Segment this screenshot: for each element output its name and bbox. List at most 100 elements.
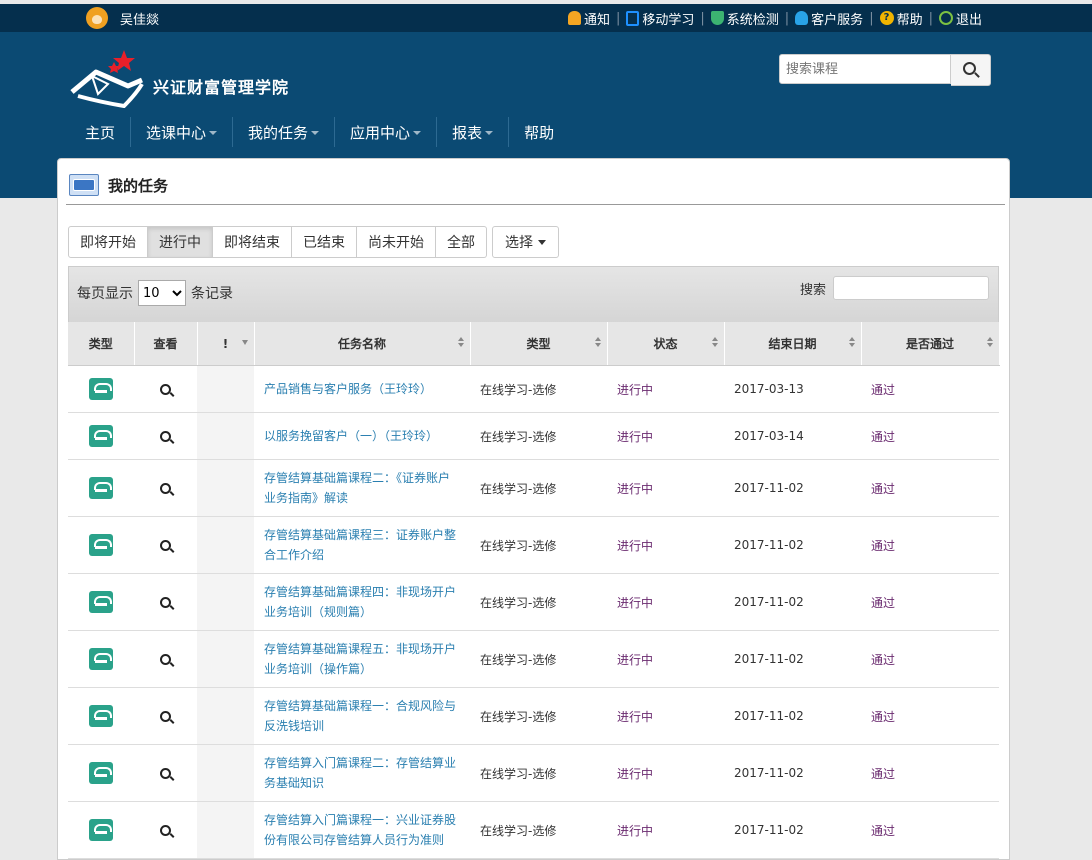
pass-status-link[interactable]: 通过 — [871, 482, 895, 496]
task-type: 在线学习-选修 — [470, 744, 607, 802]
table-row: 存管结算入门篇课程二：存管结算业务基础知识 在线学习-选修 进行中 2017-1… — [68, 744, 999, 802]
tab-not-started[interactable]: 尚未开始 — [357, 226, 436, 258]
task-name-link[interactable]: 存管结算入门篇课程一：兴业证券股份有限公司存管结算人员行为准则 — [264, 810, 460, 850]
pass-status-link[interactable]: 通过 — [871, 653, 895, 667]
task-end-date: 2017-11-02 — [724, 687, 861, 745]
task-name-link[interactable]: 存管结算入门篇课程二：存管结算业务基础知识 — [264, 753, 460, 793]
table-header-row: 类型 查看 ! 任务名称 类型 状态 结束日期 是否通过 — [68, 322, 1000, 366]
task-end-date: 2017-03-13 — [724, 365, 861, 413]
panel-title: 我的任务 — [69, 174, 168, 196]
table-search-input[interactable] — [833, 276, 989, 300]
task-name-link[interactable]: 存管结算基础篇课程二：《证券账户业务指南》解读 — [264, 468, 460, 508]
task-type: 在线学习-选修 — [470, 687, 607, 745]
table-row: 以服务挽留客户（一）（王玲玲） 在线学习-选修 进行中 2017-03-14 通… — [68, 412, 999, 460]
logo-icon[interactable] — [68, 46, 148, 108]
user-info[interactable]: 吴佳燚 — [86, 4, 159, 32]
view-icon[interactable] — [160, 654, 171, 665]
notify-link[interactable]: 通知 — [567, 9, 610, 28]
course-search-input[interactable] — [779, 54, 951, 84]
view-icon[interactable] — [160, 825, 171, 836]
chevron-down-icon — [485, 131, 494, 135]
select-dropdown-button[interactable]: 选择 — [492, 226, 559, 258]
page-title: 我的任务 — [108, 176, 169, 195]
pass-status-link[interactable]: 通过 — [871, 383, 895, 397]
nav-my-tasks[interactable]: 我的任务 — [232, 117, 334, 147]
title-divider — [66, 204, 1005, 205]
column-header-task-name[interactable]: 任务名称 — [254, 322, 471, 366]
table-row: 存管结算基础篇课程三：证券账户整合工作介绍 在线学习-选修 进行中 2017-1… — [68, 516, 999, 574]
per-page-select[interactable]: 10 — [138, 280, 186, 306]
nav-course-center[interactable]: 选课中心 — [130, 117, 232, 147]
table-row: 存管结算基础篇课程四：非现场开户业务培训（规则篇） 在线学习-选修 进行中 20… — [68, 573, 999, 631]
task-type: 在线学习-选修 — [470, 365, 607, 413]
avatar-icon — [86, 7, 108, 29]
pass-status-link[interactable]: 通过 — [871, 430, 895, 444]
logout-link[interactable]: 退出 — [938, 9, 982, 28]
tab-ending-soon[interactable]: 即将结束 — [213, 226, 292, 258]
task-table-body: 产品销售与客户服务（王玲玲） 在线学习-选修 进行中 2017-03-13 通过… — [68, 365, 999, 859]
nav-app-center[interactable]: 应用中心 — [334, 117, 436, 147]
column-header-type-icon: 类型 — [68, 322, 135, 366]
task-name-link[interactable]: 产品销售与客户服务（王玲玲） — [264, 379, 460, 399]
course-type-icon — [89, 477, 113, 499]
nav-home[interactable]: 主页 — [70, 117, 130, 147]
course-search-button[interactable] — [951, 54, 991, 86]
task-table: 类型 查看 ! 任务名称 类型 状态 结束日期 是否通过 产品销售与客户服务（王… — [68, 322, 1000, 859]
view-icon[interactable] — [160, 540, 171, 551]
view-icon[interactable] — [160, 483, 171, 494]
table-row: 存管结算基础篇课程五：非现场开户业务培训（操作篇） 在线学习-选修 进行中 20… — [68, 630, 999, 688]
top-bar: 吴佳燚 通知 | 移动学习 | 系统检测 | 客户服务 | ? 帮助 | 退出 — [0, 4, 1092, 32]
table-row: 存管结算基础篇课程一：合规风险与反洗钱培训 在线学习-选修 进行中 2017-1… — [68, 687, 999, 745]
per-page-control: 每页显示 10 条记录 — [77, 280, 233, 306]
tab-ended[interactable]: 已结束 — [292, 226, 357, 258]
view-icon[interactable] — [160, 384, 171, 395]
task-name-link[interactable]: 存管结算基础篇课程三：证券账户整合工作介绍 — [264, 525, 460, 565]
mobile-learning-link[interactable]: 移动学习 — [626, 9, 694, 28]
column-header-type[interactable]: 类型 — [470, 322, 608, 366]
help-icon: ? — [879, 11, 894, 25]
pass-status-link[interactable]: 通过 — [871, 710, 895, 724]
view-icon[interactable] — [160, 597, 171, 608]
tab-all[interactable]: 全部 — [436, 226, 487, 258]
task-status: 进行中 — [607, 516, 724, 574]
view-icon[interactable] — [160, 768, 171, 779]
nav-reports[interactable]: 报表 — [436, 117, 508, 147]
help-link[interactable]: ? 帮助 — [879, 9, 923, 28]
search-icon — [962, 62, 976, 75]
task-status: 进行中 — [607, 365, 724, 413]
tab-in-progress[interactable]: 进行中 — [148, 226, 213, 258]
pass-status-link[interactable]: 通过 — [871, 596, 895, 610]
column-header-flag[interactable]: ! — [197, 322, 255, 366]
pass-status-link[interactable]: 通过 — [871, 539, 895, 553]
top-links: 通知 | 移动学习 | 系统检测 | 客户服务 | ? 帮助 | 退出 — [567, 4, 982, 32]
task-name-link[interactable]: 存管结算基础篇课程四：非现场开户业务培训（规则篇） — [264, 582, 460, 622]
pass-status-link[interactable]: 通过 — [871, 767, 895, 781]
task-end-date: 2017-11-02 — [724, 516, 861, 574]
course-search — [779, 54, 991, 86]
column-header-view: 查看 — [134, 322, 198, 366]
bell-icon — [567, 11, 581, 25]
course-type-icon — [89, 762, 113, 784]
task-status: 进行中 — [607, 687, 724, 745]
task-name-link[interactable]: 存管结算基础篇课程一：合规风险与反洗钱培训 — [264, 696, 460, 736]
user-name: 吴佳燚 — [120, 12, 160, 28]
nav-help[interactable]: 帮助 — [508, 117, 569, 147]
task-name-link[interactable]: 以服务挽留客户（一）（王玲玲） — [264, 426, 460, 446]
pass-status-link[interactable]: 通过 — [871, 824, 895, 838]
task-type: 在线学习-选修 — [470, 573, 607, 631]
shield-icon — [710, 11, 724, 25]
column-header-status[interactable]: 状态 — [607, 322, 725, 366]
system-check-link[interactable]: 系统检测 — [710, 9, 779, 28]
table-search: 搜索 — [800, 276, 989, 300]
view-icon[interactable] — [160, 711, 171, 722]
customer-service-link[interactable]: 客户服务 — [795, 9, 863, 28]
course-type-icon — [89, 819, 113, 841]
task-name-link[interactable]: 存管结算基础篇课程五：非现场开户业务培训（操作篇） — [264, 639, 460, 679]
column-header-end-date[interactable]: 结束日期 — [724, 322, 862, 366]
column-header-passed[interactable]: 是否通过 — [861, 322, 1000, 366]
tab-upcoming[interactable]: 即将开始 — [68, 226, 148, 258]
view-icon[interactable] — [160, 431, 171, 442]
sort-icon — [848, 337, 855, 347]
phone-icon — [626, 10, 640, 26]
task-type: 在线学习-选修 — [470, 459, 607, 517]
